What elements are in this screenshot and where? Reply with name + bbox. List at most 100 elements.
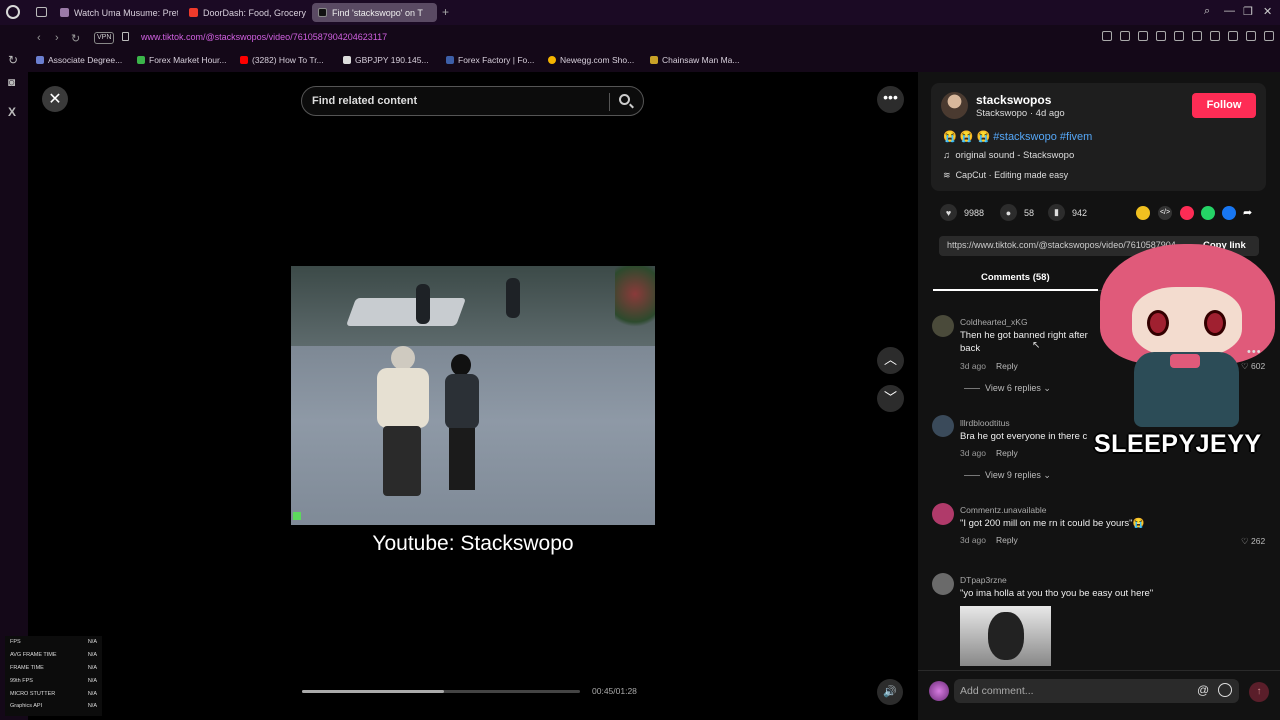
comment-input[interactable] (960, 683, 1190, 699)
reload-icon[interactable]: ↻ (71, 32, 80, 45)
reply-button[interactable]: Reply (996, 535, 1018, 545)
url-path: /@stackswopos/video/7610587904204623117 (203, 32, 388, 42)
tab-uma-musume[interactable]: Watch Uma Musume: Pret (54, 3, 178, 22)
like-action[interactable]: ♥ 9988 (940, 204, 984, 221)
video-time: 00:45/01:28 (592, 686, 637, 696)
comment-username[interactable]: lllrdbloodtitus (960, 418, 1010, 428)
close-window-icon[interactable]: ✕ (1263, 5, 1272, 18)
extensions-icon[interactable] (1192, 31, 1202, 41)
reply-button[interactable]: Reply (996, 361, 1018, 371)
search-tabs-icon[interactable]: ⌕ (1204, 5, 1210, 18)
forward-icon[interactable]: › (55, 32, 59, 44)
author-username[interactable]: stackswopos (976, 93, 1051, 107)
url-field[interactable]: www.tiktok.com/@stackswopos/video/761058… (141, 32, 387, 42)
next-video-button[interactable]: ﹀ (877, 385, 904, 412)
bookmark-icon[interactable] (1102, 31, 1112, 41)
tab-overview-icon[interactable] (36, 7, 47, 17)
search-icon[interactable] (619, 94, 630, 105)
player-icon[interactable] (1156, 31, 1166, 41)
bookmark-label: Chainsaw Man Ma... (662, 55, 740, 65)
streamer-name-overlay: SLEEPYJEYY (1094, 430, 1262, 458)
comment-more-icon[interactable]: ••• (1247, 346, 1262, 358)
stat-row: FRAME TIME N/A (5, 662, 102, 675)
heart-icon[interactable] (1174, 31, 1184, 41)
vpn-badge[interactable]: VPN (94, 32, 115, 44)
view-replies-button[interactable]: View 9 replies ⌄ (964, 470, 1051, 481)
bookmark-item[interactable]: Associate Degree... (36, 55, 122, 65)
stat-value: N/A (87, 677, 97, 684)
video-progress-bar[interactable] (302, 690, 580, 693)
tab-tiktok-active[interactable]: Find 'stackswopo' on T (312, 3, 437, 22)
download-icon[interactable] (1228, 31, 1238, 41)
author-avatar[interactable] (941, 92, 968, 119)
capcut-label: CapCut · Editing made easy (955, 170, 1069, 180)
more-options-button[interactable]: ••• (877, 86, 904, 113)
tab-comments[interactable]: Comments (58) (981, 272, 1050, 283)
wallet-icon[interactable] (1210, 31, 1220, 41)
comment-image-face (988, 612, 1024, 660)
embed-icon[interactable]: </> (1158, 206, 1172, 220)
replies-dash (964, 475, 980, 477)
x-twitter-icon[interactable]: X (8, 105, 16, 119)
sound-link[interactable]: ♫ original sound - Stackswopo (943, 150, 1074, 161)
scene-plant (615, 266, 655, 336)
repost-icon[interactable] (1136, 206, 1150, 220)
comment-username[interactable]: DTpap3rzne (960, 575, 1007, 585)
bookmark-item[interactable]: (3282) How To Tr... (240, 55, 324, 65)
volume-button[interactable]: 🔊 (877, 679, 903, 705)
facebook-icon[interactable] (1222, 206, 1236, 220)
bookmark-item[interactable]: Newegg.com Sho... (548, 55, 634, 65)
comment-avatar[interactable] (932, 503, 954, 525)
menu-icon[interactable] (1264, 31, 1274, 41)
new-tab-plus-icon[interactable]: + (442, 5, 449, 19)
bookmark-item[interactable]: Forex Market Hour... (137, 55, 226, 65)
comment-avatar[interactable] (932, 315, 954, 337)
comment-avatar[interactable] (932, 573, 954, 595)
related-search-input[interactable] (312, 93, 602, 109)
previous-video-button[interactable]: ︿ (877, 347, 904, 374)
comment-username[interactable]: Coldhearted_xKG (960, 317, 1028, 327)
reply-button[interactable]: Reply (996, 448, 1018, 458)
comment-username[interactable]: Commentz.unavailable (960, 505, 1046, 515)
back-icon[interactable]: ‹ (37, 32, 41, 44)
comment-image[interactable] (960, 606, 1051, 666)
ai-icon[interactable] (1246, 31, 1256, 41)
whatsapp-icon[interactable] (1201, 206, 1215, 220)
replies-dash (964, 388, 980, 390)
hashtag-links[interactable]: #stackswopo #fivem (993, 131, 1092, 143)
tab-active-underline (933, 289, 1098, 291)
bookmark-item[interactable]: Forex Factory | Fo... (446, 55, 534, 65)
share-arrow-icon[interactable]: ➦ (1243, 206, 1257, 220)
bookmark-item[interactable]: Chainsaw Man Ma... (650, 55, 739, 65)
shield-icon[interactable] (1138, 31, 1148, 41)
emoji-icon[interactable] (1218, 683, 1232, 697)
video-progress-fill (302, 690, 444, 693)
comment-avatar[interactable] (932, 415, 954, 437)
stat-value: N/A (87, 703, 97, 710)
post-comment-button[interactable]: ↑ (1249, 682, 1269, 702)
history-icon[interactable]: ↻ (8, 53, 18, 67)
comment-like[interactable]: ♡ 262 (1241, 536, 1265, 547)
bookmark-icon: ▮ (1048, 204, 1065, 221)
comment-action[interactable]: ● 58 (1000, 204, 1034, 221)
send-to-friend-icon[interactable] (1180, 206, 1194, 220)
related-search-box (301, 86, 644, 116)
comment-text: "I got 200 mill on me rn it could be you… (960, 518, 1145, 529)
lock-icon[interactable] (122, 32, 129, 41)
save-action[interactable]: ▮ 942 (1048, 204, 1087, 221)
tab-doordash[interactable]: DoorDash: Food, Grocery (183, 3, 308, 22)
mention-icon[interactable]: @ (1197, 683, 1209, 697)
capcut-link[interactable]: ≋ CapCut · Editing made easy (943, 170, 1068, 181)
sound-label: original sound - Stackswopo (955, 150, 1075, 161)
opera-logo-icon[interactable] (6, 5, 20, 19)
restore-icon[interactable]: ❐ (1243, 5, 1253, 18)
camera-icon[interactable]: ◙ (8, 75, 15, 89)
follow-button[interactable]: Follow (1192, 93, 1256, 118)
bookmark-item[interactable]: GBPJPY 190.145... (343, 55, 429, 65)
tab-favicon-icon (189, 8, 198, 17)
minimize-icon[interactable]: — (1224, 5, 1235, 17)
snapshot-icon[interactable] (1120, 31, 1130, 41)
my-avatar[interactable] (929, 681, 949, 701)
view-replies-button[interactable]: View 6 replies ⌄ (964, 383, 1051, 394)
close-viewer-button[interactable]: ✕ (42, 86, 68, 112)
